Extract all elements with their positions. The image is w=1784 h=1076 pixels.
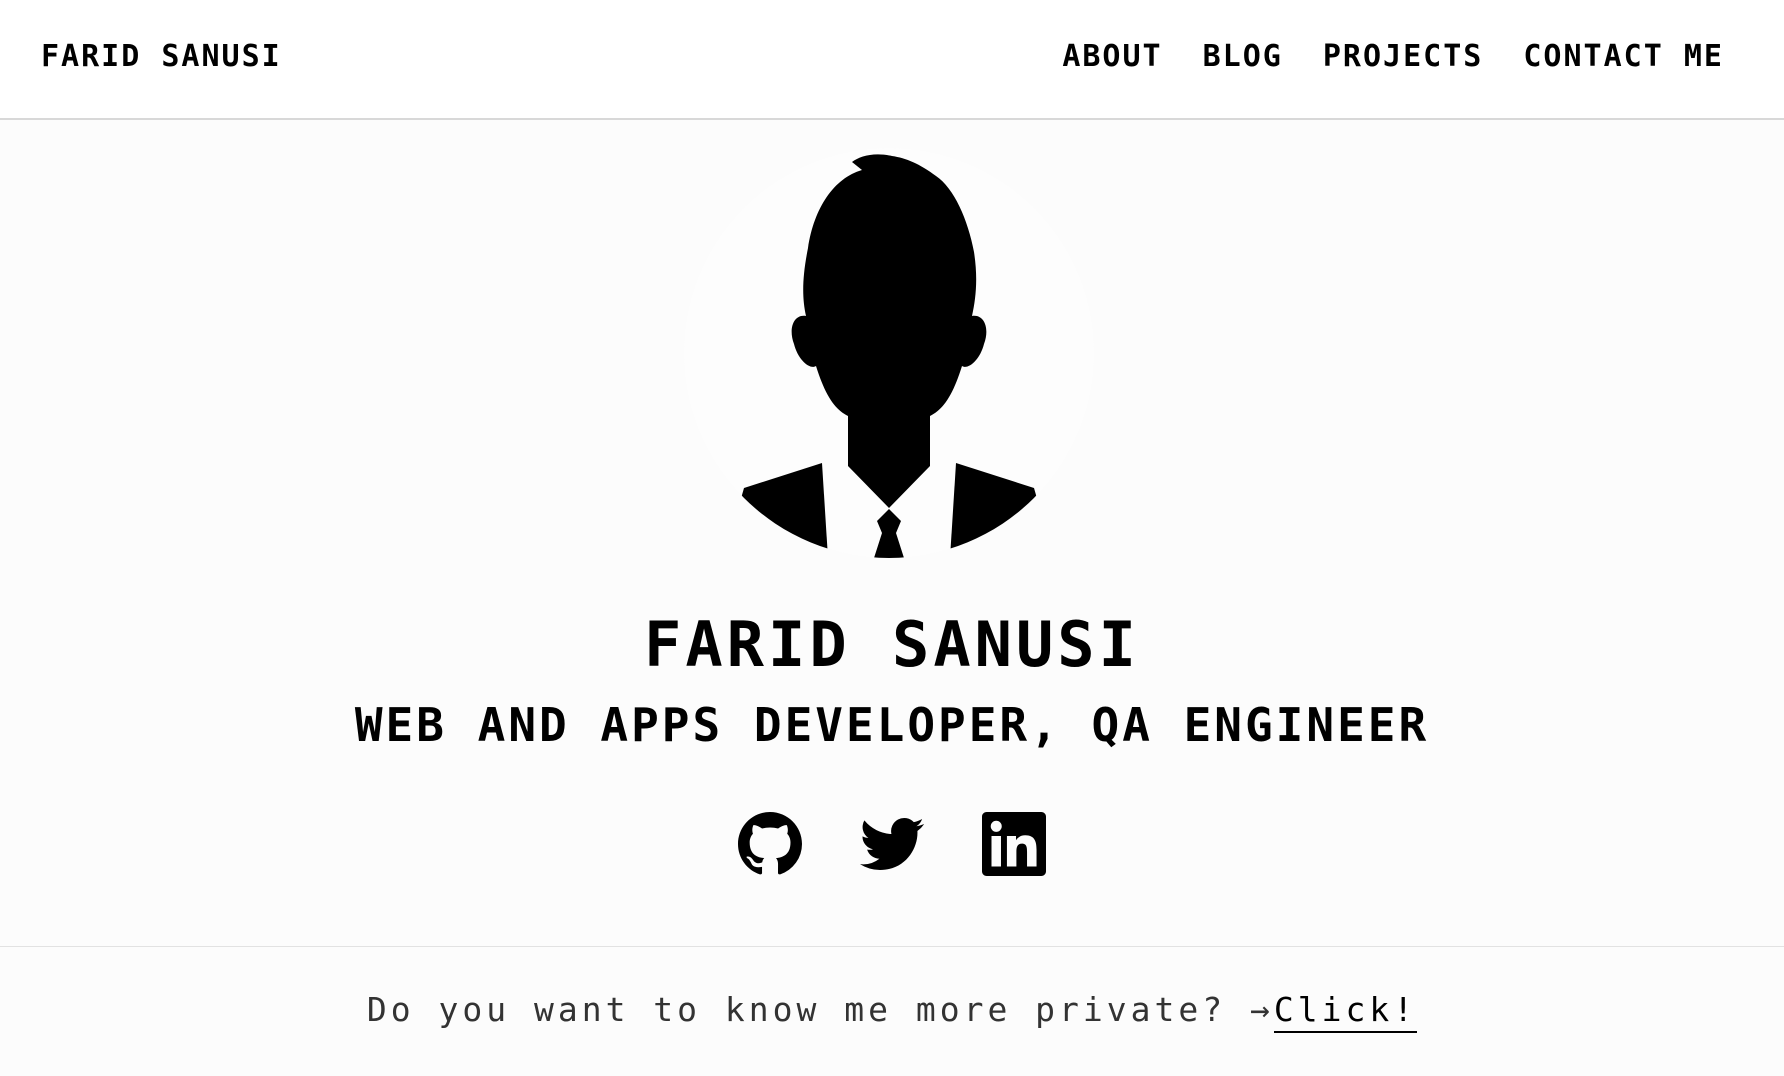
arrow-right-icon: → [1250, 990, 1274, 1029]
nav-link-projects[interactable]: PROJECTS [1323, 39, 1484, 74]
site-header: FARID SANUSI ABOUT BLOG PROJECTS CONTACT… [0, 0, 1784, 120]
private-contact-prompt: Do you want to know me more private? →Cl… [0, 990, 1784, 1033]
github-link[interactable] [738, 812, 802, 876]
nav-list: ABOUT BLOG PROJECTS CONTACT ME [1062, 39, 1724, 74]
hero-name: FARID SANUSI [644, 608, 1140, 681]
private-contact-question: Do you want to know me more private? [366, 990, 1250, 1029]
nav-item-contact: CONTACT ME [1523, 39, 1724, 74]
nav-link-contact[interactable]: CONTACT ME [1523, 39, 1724, 74]
linkedin-icon [982, 812, 1046, 876]
nav-link-about[interactable]: ABOUT [1062, 39, 1162, 74]
twitter-icon [860, 817, 924, 870]
avatar [684, 148, 1094, 558]
linkedin-link[interactable] [982, 812, 1046, 876]
hero-role: WEB AND APPS DEVELOPER, QA ENGINEER [354, 698, 1430, 752]
social-links [0, 812, 1784, 876]
nav-link-blog[interactable]: BLOG [1203, 39, 1283, 74]
private-contact-link[interactable]: Click! [1273, 990, 1418, 1033]
nav-item-projects: PROJECTS [1323, 39, 1484, 74]
github-icon [738, 812, 802, 875]
twitter-link[interactable] [860, 812, 924, 876]
footer-divider [0, 946, 1784, 947]
page: FARID SANUSI ABOUT BLOG PROJECTS CONTACT… [0, 0, 1784, 1076]
person-silhouette-icon [684, 148, 1094, 558]
nav-item-blog: BLOG [1203, 39, 1283, 74]
nav-item-about: ABOUT [1062, 39, 1162, 74]
brand-logo-link[interactable]: FARID SANUSI [41, 39, 282, 74]
